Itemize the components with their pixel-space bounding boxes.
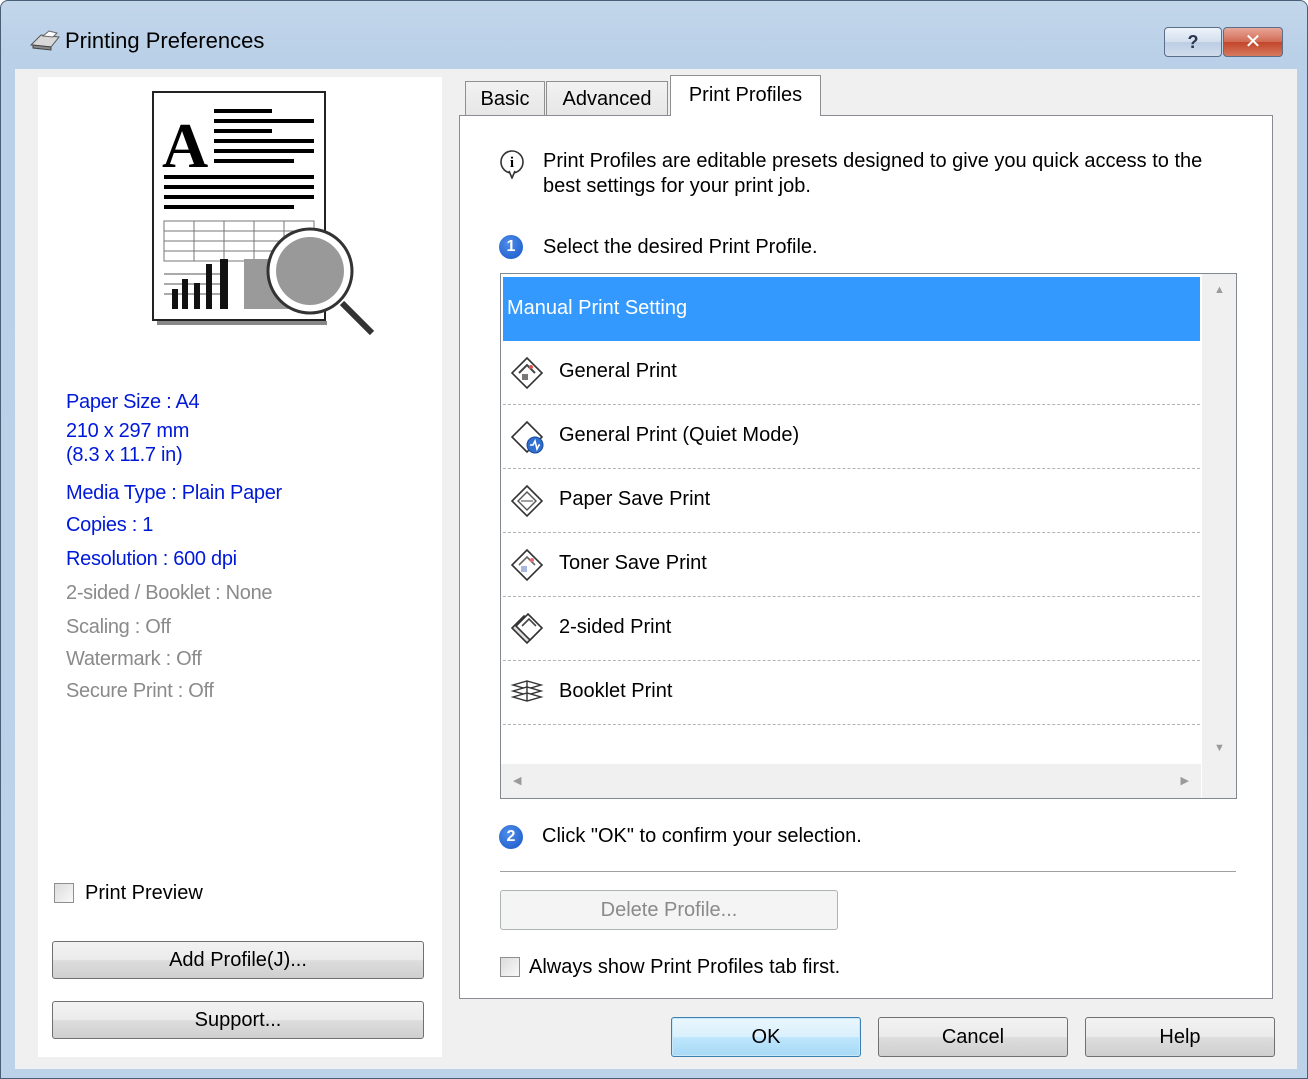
svg-text:i: i: [510, 155, 514, 171]
list-item-label: General Print: [559, 360, 677, 382]
list-item-label: 2-sided Print: [559, 616, 672, 638]
svg-text:A: A: [162, 110, 208, 181]
vertical-scrollbar[interactable]: ▲ ▼: [1202, 274, 1236, 764]
watermark-text: Watermark : Off: [66, 648, 202, 670]
list-item-two-sided-print[interactable]: 2-sided Print: [503, 597, 1200, 661]
media-type-text: Media Type : Plain Paper: [66, 482, 282, 504]
scaling-text: Scaling : Off: [66, 616, 171, 638]
list-item-label: Toner Save Print: [559, 552, 707, 574]
scroll-right-icon[interactable]: ▶: [1181, 774, 1189, 787]
page-preview-icon: A: [152, 91, 375, 336]
general-print-icon: [510, 356, 544, 390]
always-show-profiles-label[interactable]: Always show Print Profiles tab first.: [529, 956, 840, 979]
paper-size-text: Paper Size : A4: [66, 391, 200, 413]
divider: [500, 871, 1236, 872]
list-item-toner-save-print[interactable]: Toner Save Print: [503, 533, 1200, 597]
help-button[interactable]: Help: [1085, 1017, 1275, 1057]
tab-advanced[interactable]: Advanced: [546, 81, 668, 116]
settings-summary-panel: A Paper Size: A4 210 x 297 mm (8.3 x 11…: [38, 77, 442, 1057]
list-item-general-print[interactable]: General Print: [503, 341, 1200, 405]
two-sided-icon: [510, 612, 544, 645]
print-preview-label[interactable]: Print Preview: [85, 882, 203, 905]
step2-text: Click "OK" to confirm your selection.: [542, 825, 862, 847]
cancel-button[interactable]: Cancel: [878, 1017, 1068, 1057]
list-item-label: Paper Save Print: [559, 488, 711, 510]
step1-badge: 1: [499, 235, 523, 259]
step1-text: Select the desired Print Profile.: [543, 236, 818, 258]
support-button[interactable]: Support...: [52, 1001, 424, 1039]
ok-button[interactable]: OK: [671, 1017, 861, 1057]
scroll-up-icon[interactable]: ▲: [1214, 284, 1225, 296]
list-item-manual-print-setting[interactable]: Manual Print Setting: [503, 277, 1200, 341]
step2-badge: 2: [499, 825, 523, 849]
window-title: Printing Preferences: [65, 28, 265, 53]
title-close-button[interactable]: ✕: [1223, 27, 1283, 57]
title-help-button[interactable]: ?: [1164, 27, 1222, 57]
intro-text-line2: best settings for your print job.: [543, 175, 811, 197]
secure-print-text: Secure Print : Off: [66, 680, 214, 702]
delete-profile-button[interactable]: Delete Profile...: [500, 890, 838, 930]
tab-print-profiles[interactable]: Print Profiles: [670, 75, 821, 116]
paper-dimensions-mm: 210 x 297 mm: [66, 420, 190, 442]
print-preview-checkbox[interactable]: [54, 883, 74, 903]
always-show-profiles-checkbox[interactable]: [500, 957, 520, 977]
add-profile-button[interactable]: Add Profile(J)...: [52, 941, 424, 979]
dialog-client-area: A Paper Size: A4 210 x 297 mm (8.3 x 11…: [15, 69, 1297, 1069]
printer-icon: [29, 30, 60, 51]
horizontal-scrollbar[interactable]: ◀ ▶: [501, 764, 1201, 798]
list-item-label: General Print (Quiet Mode): [559, 424, 800, 446]
quiet-mode-icon: [510, 420, 544, 454]
tab-basic[interactable]: Basic: [465, 81, 545, 116]
scroll-down-icon[interactable]: ▼: [1214, 742, 1225, 754]
two-sided-booklet-text: 2-sided / Booklet : None: [66, 582, 273, 604]
booklet-icon: [510, 680, 544, 702]
copies-text: Copies : 1: [66, 514, 154, 536]
scroll-left-icon[interactable]: ◀: [513, 774, 521, 787]
paper-dimensions-in: (8.3 x 11.7 in): [66, 444, 183, 466]
list-item-general-print-quiet[interactable]: General Print (Quiet Mode): [503, 405, 1200, 469]
list-item-label: Booklet Print: [559, 680, 673, 702]
title-bar: Printing Preferences ? ✕: [1, 1, 1307, 71]
resolution-text: Resolution : 600 dpi: [66, 548, 237, 570]
intro-text-line1: Print Profiles are editable presets desi…: [543, 150, 1203, 172]
paper-save-icon: [510, 484, 544, 518]
info-icon: i: [500, 150, 524, 179]
list-item-paper-save-print[interactable]: Paper Save Print: [503, 469, 1200, 533]
list-item-label: Manual Print Setting: [507, 297, 688, 319]
list-item-booklet-print[interactable]: Booklet Print: [503, 661, 1200, 725]
print-profile-list[interactable]: Manual Print Setting General Print Gener…: [500, 273, 1237, 799]
toner-save-icon: [510, 548, 544, 582]
printing-preferences-window: Printing Preferences ? ✕ A Paper Size: …: [0, 0, 1308, 1079]
scroll-corner: [1202, 764, 1236, 798]
